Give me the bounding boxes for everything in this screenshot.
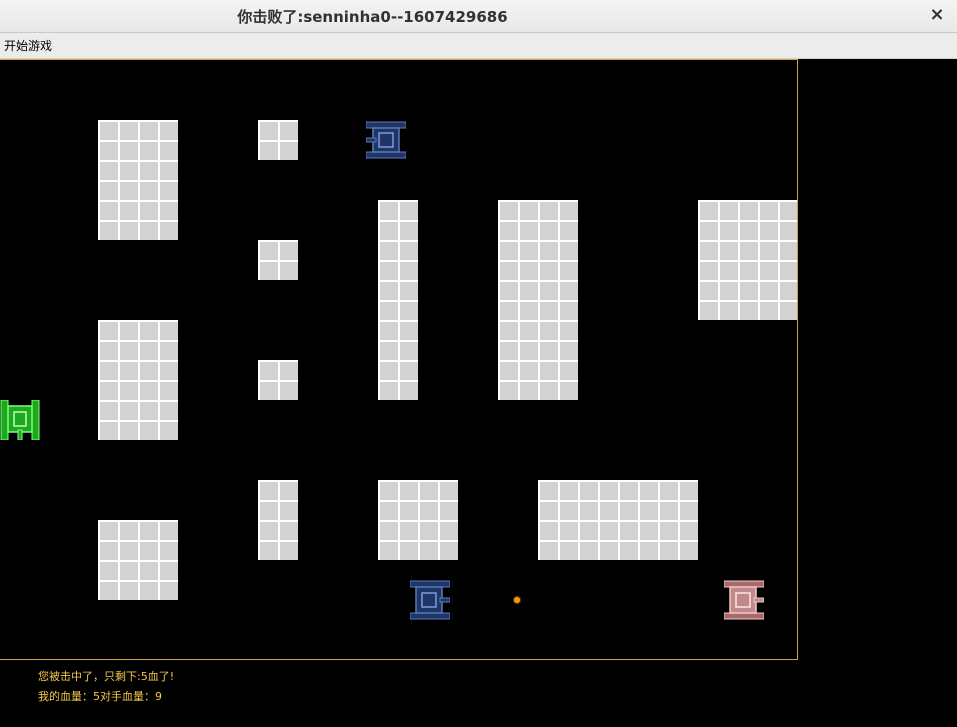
- menu-start-game[interactable]: 开始游戏: [4, 37, 52, 54]
- wall-block: [498, 200, 578, 400]
- menu-bar: 开始游戏: [0, 33, 957, 59]
- wall-block: [98, 120, 178, 240]
- wall-block: [98, 520, 178, 600]
- hit-message: 您被击中了，只剩下:5血了!: [38, 670, 175, 683]
- wall-block: [258, 480, 298, 560]
- wall-block: [258, 240, 298, 280]
- enemy-tank: [366, 121, 406, 159]
- wall-block: [698, 200, 797, 320]
- bullet: [514, 597, 520, 603]
- wall-block: [378, 480, 458, 560]
- enemy-tank: [410, 580, 450, 620]
- wall-block: [378, 200, 418, 400]
- game-field: [0, 59, 798, 660]
- player-tank: [0, 400, 40, 440]
- wall-block: [538, 480, 698, 560]
- window-title: 你击败了:senninha0--1607429686: [237, 8, 508, 26]
- title-bar: 你击败了:senninha0--1607429686 ×: [0, 0, 957, 33]
- wall-block: [258, 120, 298, 160]
- wall-block: [258, 360, 298, 400]
- close-icon[interactable]: ×: [927, 5, 947, 25]
- opponent-tank: [724, 580, 764, 620]
- health-readout: 我的血量：5对手血量：9: [38, 690, 162, 703]
- wall-block: [98, 320, 178, 440]
